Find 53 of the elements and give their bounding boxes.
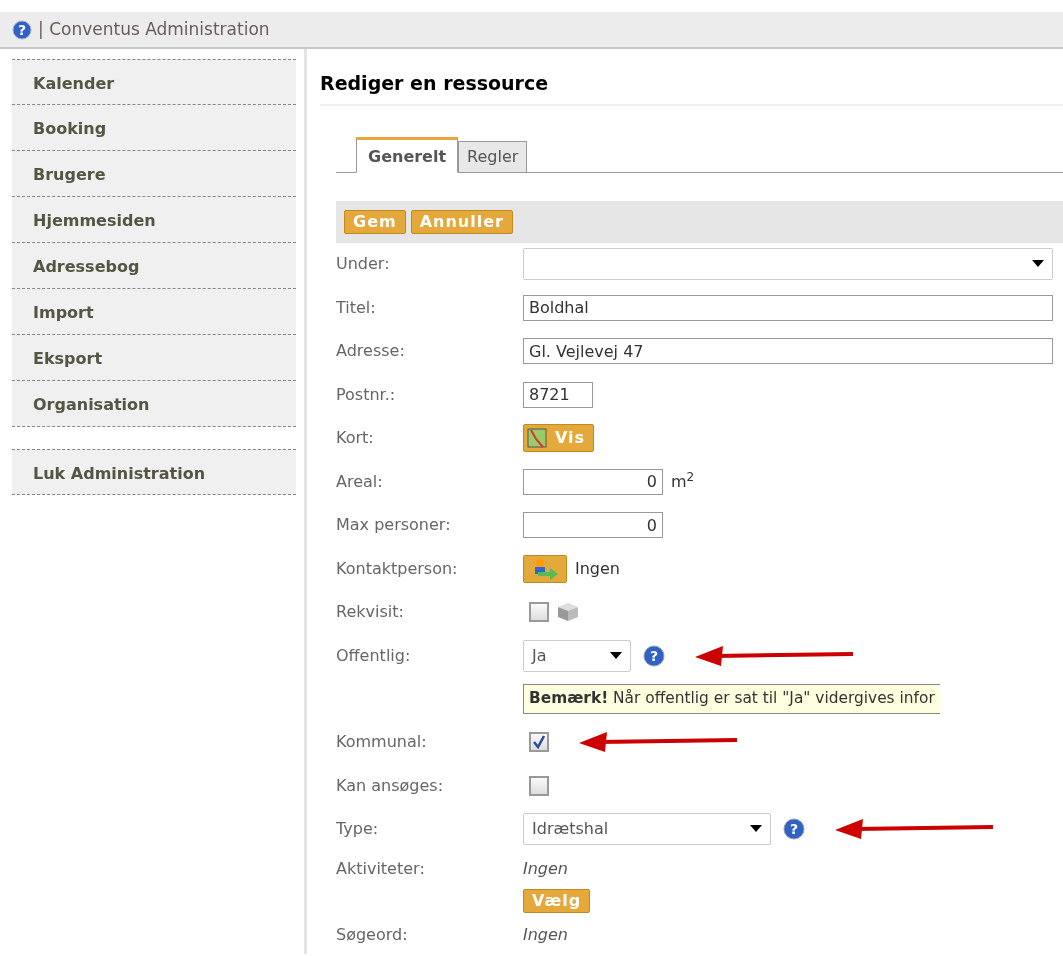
field-label: Rekvisit:: [336, 601, 405, 624]
field-label: Max personer:: [336, 514, 452, 537]
unit-label: m$^{2}$: [671, 469, 695, 493]
sidebar-item[interactable]: Organisation: [12, 381, 296, 427]
field-label: Adresse:: [336, 340, 406, 363]
page-title: Rediger en ressource: [320, 49, 1063, 106]
sidebar-item[interactable]: Adressebog: [12, 243, 296, 289]
field-label: Søgeord:: [336, 923, 409, 946]
caret-icon: [750, 825, 762, 834]
caret-icon: [1032, 260, 1044, 269]
checkbox[interactable]: [529, 775, 549, 796]
text-field[interactable]: Gl. Vejlevej 47: [523, 338, 1053, 365]
keywords-value: Ingen: [523, 923, 568, 946]
field-label: Kort:: [336, 427, 375, 450]
contact-button[interactable]: [523, 554, 567, 583]
sidebar-item[interactable]: Booking: [12, 105, 296, 151]
select-field[interactable]: [523, 248, 1053, 281]
field-label: Kan ansøges:: [336, 774, 445, 797]
field-label: Under:: [336, 253, 391, 276]
select-field[interactable]: Idrætshal: [523, 813, 771, 846]
sidebar-item[interactable]: Hjemmesiden: [12, 197, 296, 243]
checkbox[interactable]: [529, 732, 549, 753]
number-field[interactable]: 0: [523, 512, 663, 539]
help-icon[interactable]: ?: [783, 818, 805, 841]
activities-value: Ingen: [523, 858, 569, 880]
field-label: Titel:: [336, 296, 377, 319]
notice-text: Bemærk! Når offentlig er sat til "Ja" vidergives infor: [523, 684, 940, 714]
text-field[interactable]: Boldhal: [523, 294, 1053, 321]
help-icon[interactable]: ?: [643, 644, 665, 667]
sidebar-item[interactable]: Kalender: [12, 59, 296, 105]
checkbox[interactable]: [529, 602, 549, 623]
sidebar-item[interactable]: Luk Administration: [12, 449, 296, 495]
field-label: Kommunal:: [336, 731, 428, 754]
tab[interactable]: Generelt: [356, 136, 459, 173]
select-field[interactable]: Ja: [523, 639, 631, 672]
text-field[interactable]: 8721: [523, 381, 593, 408]
cube-icon: [557, 602, 579, 623]
caret-icon: [610, 651, 622, 660]
field-label: Offentlig:: [336, 644, 412, 667]
number-field[interactable]: 0: [523, 468, 663, 495]
app-title: | Conventus Administration: [38, 17, 270, 41]
field-label: Areal:: [336, 470, 384, 493]
sidebar-item[interactable]: Eksport: [12, 335, 296, 381]
tab[interactable]: Regler: [458, 140, 528, 173]
contact-value: Ingen: [575, 557, 620, 580]
field-label: Type:: [336, 818, 380, 841]
field-label: Kontaktperson:: [336, 557, 459, 580]
help-icon[interactable]: ?: [12, 19, 32, 40]
field-label: Aktiviteter:: [336, 858, 426, 880]
sidebar-item[interactable]: Import: [12, 289, 296, 335]
field-label: Postnr.:: [336, 383, 397, 406]
sidebar-item[interactable]: Brugere: [12, 151, 296, 197]
map-icon: [527, 428, 547, 449]
